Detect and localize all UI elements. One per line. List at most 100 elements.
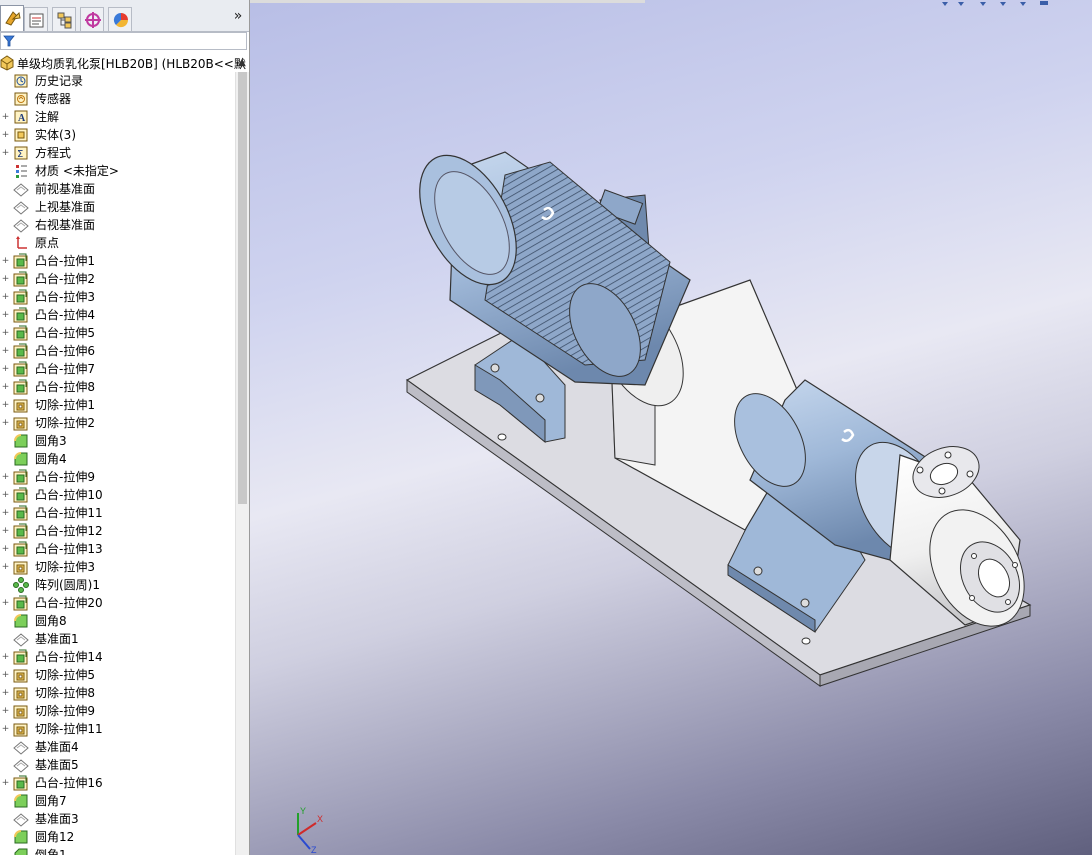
tree-item[interactable]: + 切除-拉伸11 xyxy=(0,720,235,738)
cut-extrude-icon xyxy=(13,685,29,701)
panel-tab-strip: » xyxy=(0,0,249,32)
expand-toggle-icon[interactable]: + xyxy=(1,563,10,572)
expand-toggle-icon[interactable]: + xyxy=(1,491,10,500)
feature-manager-panel: » 单级均质乳化泵[HLB20B] (HLB20B<<默 ▲ 历史记录传感器 + A… xyxy=(0,0,250,855)
tree-item[interactable]: + 凸台-拉伸20 xyxy=(0,594,235,612)
expand-toggle-icon[interactable]: + xyxy=(1,293,10,302)
tree-item[interactable]: + 凸台-拉伸11 xyxy=(0,504,235,522)
expand-toggle-icon[interactable]: + xyxy=(1,707,10,716)
dimxpert-manager-tab[interactable] xyxy=(80,7,104,31)
tree-item[interactable]: + 凸台-拉伸14 xyxy=(0,648,235,666)
part-icon xyxy=(0,55,14,71)
tree-item[interactable]: + 凸台-拉伸4 xyxy=(0,306,235,324)
tree-root-part[interactable]: 单级均质乳化泵[HLB20B] (HLB20B<<默 xyxy=(0,54,246,72)
expand-toggle-icon[interactable]: + xyxy=(1,347,10,356)
tree-item[interactable]: + 切除-拉伸5 xyxy=(0,666,235,684)
tree-item[interactable]: + 凸台-拉伸8 xyxy=(0,378,235,396)
tree-item[interactable]: 圆角7 xyxy=(0,792,235,810)
expand-toggle-icon[interactable]: + xyxy=(1,689,10,698)
pump-3d-model[interactable] xyxy=(250,0,1092,855)
expand-toggle-icon[interactable]: + xyxy=(1,383,10,392)
expand-toggle-icon[interactable]: + xyxy=(1,311,10,320)
tree-scroll-up-arrow[interactable]: ▲ xyxy=(236,55,248,71)
tree-item[interactable]: 上视基准面 xyxy=(0,198,235,216)
property-manager-tab[interactable] xyxy=(24,7,48,31)
tree-item[interactable]: 前视基准面 xyxy=(0,180,235,198)
expand-toggle-icon[interactable]: + xyxy=(1,509,10,518)
fillet-icon xyxy=(13,613,29,629)
expand-toggle-icon[interactable]: + xyxy=(1,473,10,482)
tree-item[interactable]: 基准面5 xyxy=(0,756,235,774)
tree-item[interactable]: + 凸台-拉伸3 xyxy=(0,288,235,306)
feature-manager-tab[interactable] xyxy=(0,5,24,31)
tree-item[interactable]: + 实体(3) xyxy=(0,126,235,144)
tree-item[interactable]: 圆角8 xyxy=(0,612,235,630)
tree-item[interactable]: 历史记录 xyxy=(0,72,235,90)
tree-item[interactable]: + 切除-拉伸3 xyxy=(0,558,235,576)
tree-item[interactable]: + 切除-拉伸1 xyxy=(0,396,235,414)
tree-item[interactable]: 传感器 xyxy=(0,90,235,108)
tree-item[interactable]: + 凸台-拉伸2 xyxy=(0,270,235,288)
tab-overflow-button[interactable]: » xyxy=(231,8,245,24)
tree-item[interactable]: 阵列(圆周)1 xyxy=(0,576,235,594)
tree-item[interactable]: + 凸台-拉伸16 xyxy=(0,774,235,792)
tree-item[interactable]: 圆角3 xyxy=(0,432,235,450)
expand-toggle-icon[interactable]: + xyxy=(1,401,10,410)
tree-item[interactable]: 右视基准面 xyxy=(0,216,235,234)
boss-extrude-icon xyxy=(13,487,29,503)
tree-item[interactable]: + 凸台-拉伸9 xyxy=(0,468,235,486)
expand-toggle-icon[interactable]: + xyxy=(1,671,10,680)
tree-item-label: 方程式 xyxy=(35,146,72,160)
tree-item-label: 凸台-拉伸20 xyxy=(35,596,103,610)
tree-scrollbar-thumb[interactable] xyxy=(238,72,247,504)
tree-item[interactable]: + 凸台-拉伸5 xyxy=(0,324,235,342)
tree-item[interactable]: + 凸台-拉伸6 xyxy=(0,342,235,360)
expand-toggle-icon[interactable]: + xyxy=(1,599,10,608)
plane-icon xyxy=(13,811,29,827)
tree-item[interactable]: 原点 xyxy=(0,234,235,252)
configuration-manager-tab[interactable] xyxy=(52,7,76,31)
tree-item[interactable]: 倒角1 xyxy=(0,846,235,855)
expand-toggle-icon[interactable]: + xyxy=(1,779,10,788)
tree-filter-input[interactable] xyxy=(0,32,247,50)
expand-toggle-icon[interactable]: + xyxy=(1,275,10,284)
expand-toggle-icon[interactable]: + xyxy=(1,149,10,158)
tree-item[interactable]: 基准面4 xyxy=(0,738,235,756)
tree-item[interactable]: + 凸台-拉伸12 xyxy=(0,522,235,540)
display-manager-tab[interactable] xyxy=(108,7,132,31)
tree-item[interactable]: + Σ 方程式 xyxy=(0,144,235,162)
expand-toggle-icon[interactable]: + xyxy=(1,131,10,140)
tree-item-label: 历史记录 xyxy=(35,74,84,88)
expand-toggle-icon[interactable]: + xyxy=(1,365,10,374)
expand-toggle-icon[interactable]: + xyxy=(1,725,10,734)
expand-toggle-icon[interactable]: + xyxy=(1,527,10,536)
expand-toggle-icon[interactable]: + xyxy=(1,113,10,122)
tree-item[interactable]: 材质 <未指定> xyxy=(0,162,235,180)
tree-scrollbar[interactable] xyxy=(235,72,249,855)
tree-item[interactable]: + 切除-拉伸9 xyxy=(0,702,235,720)
expand-toggle-icon[interactable]: + xyxy=(1,329,10,338)
expand-toggle-icon[interactable]: + xyxy=(1,419,10,428)
tree-item[interactable]: + 切除-拉伸8 xyxy=(0,684,235,702)
graphics-viewport[interactable]: Y X Z xyxy=(250,0,1092,855)
tree-item[interactable]: 圆角4 xyxy=(0,450,235,468)
tree-item-label: 原点 xyxy=(35,236,60,250)
equations-icon: Σ xyxy=(13,145,29,161)
cut-extrude-icon xyxy=(13,721,29,737)
plane-icon xyxy=(13,181,29,197)
tree-item[interactable]: + 凸台-拉伸7 xyxy=(0,360,235,378)
tree-item-label: 切除-拉伸3 xyxy=(35,560,95,574)
expand-toggle-icon[interactable]: + xyxy=(1,653,10,662)
tree-item[interactable]: 基准面3 xyxy=(0,810,235,828)
tree-item[interactable]: 基准面1 xyxy=(0,630,235,648)
tree-item[interactable]: + 凸台-拉伸10 xyxy=(0,486,235,504)
cut-extrude-icon xyxy=(13,667,29,683)
tree-item[interactable]: 圆角12 xyxy=(0,828,235,846)
expand-toggle-icon[interactable]: + xyxy=(1,545,10,554)
tree-item[interactable]: + 凸台-拉伸13 xyxy=(0,540,235,558)
tree-item[interactable]: + 切除-拉伸2 xyxy=(0,414,235,432)
tree-item[interactable]: + 凸台-拉伸1 xyxy=(0,252,235,270)
expand-toggle-icon[interactable]: + xyxy=(1,257,10,266)
tree-item[interactable]: + A 注解 xyxy=(0,108,235,126)
dimxpert-manager-tab-icon xyxy=(85,12,101,28)
